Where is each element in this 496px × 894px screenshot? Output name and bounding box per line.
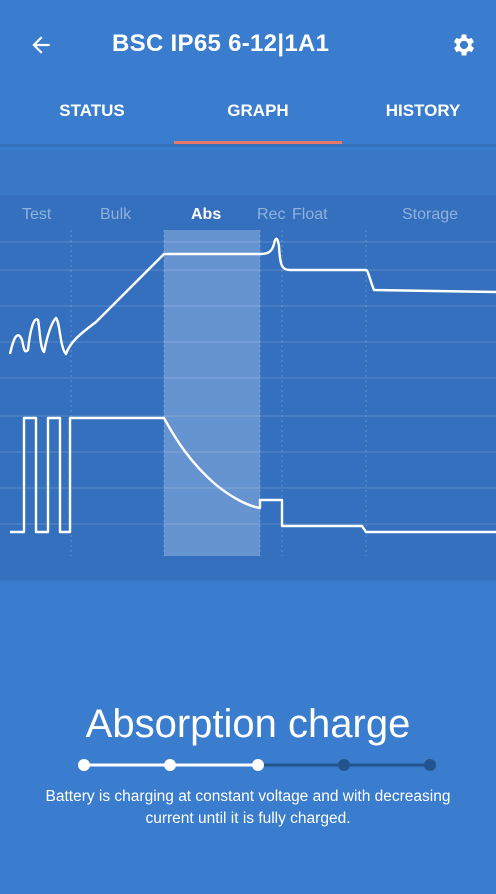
gear-icon[interactable] bbox=[450, 31, 478, 59]
progress-step-2 bbox=[164, 759, 176, 771]
tab-status[interactable]: STATUS bbox=[30, 92, 154, 144]
charge-state-title: Absorption charge bbox=[85, 702, 411, 746]
tab-history[interactable]: HISTORY bbox=[360, 92, 486, 144]
back-arrow-icon[interactable] bbox=[28, 32, 54, 58]
progress-step-5 bbox=[424, 759, 436, 771]
progress-step-4 bbox=[338, 759, 350, 771]
stage-abs[interactable]: Abs bbox=[191, 206, 221, 224]
charge-progress bbox=[78, 759, 436, 771]
absorption-highlight bbox=[164, 230, 260, 556]
progress-step-3 bbox=[252, 759, 264, 771]
progress-step-1 bbox=[78, 759, 90, 771]
device-title: BSC IP65 6-12|1A1 bbox=[112, 30, 330, 57]
stage-test[interactable]: Test bbox=[22, 206, 51, 224]
tab-graph[interactable]: GRAPH bbox=[174, 92, 342, 144]
stage-bulk[interactable]: Bulk bbox=[100, 206, 131, 224]
tab-bar: STATUS GRAPH HISTORY bbox=[0, 92, 496, 146]
stage-storage[interactable]: Storage bbox=[402, 206, 458, 224]
stage-rec[interactable]: Rec bbox=[257, 206, 285, 224]
charge-graph bbox=[0, 230, 496, 556]
charge-state-description: Battery is charging at constant voltage … bbox=[45, 788, 451, 827]
app-bar: BSC IP65 6-12|1A1 bbox=[0, 0, 496, 92]
stage-float[interactable]: Float bbox=[292, 206, 328, 224]
tab-divider bbox=[0, 144, 496, 147]
